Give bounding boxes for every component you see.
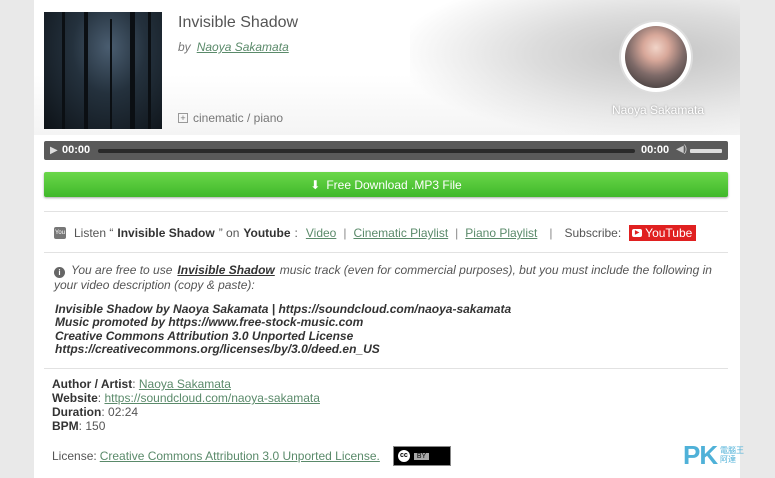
website-row: Website: https://soundcloud.com/naoya-sa…	[52, 391, 320, 405]
track-tags: + cinematic / piano	[178, 111, 283, 125]
divider	[44, 211, 728, 212]
play-icon[interactable]: ▶	[50, 145, 58, 156]
bpm-label: BPM	[52, 419, 79, 433]
credit-line: Music promoted by https://www.free-stock…	[55, 315, 364, 330]
youtube-subscribe-button[interactable]: ▶ YouTube	[629, 225, 697, 241]
listen-mid: ” on	[218, 226, 240, 240]
volume-icon[interactable]: ◀)	[676, 144, 687, 155]
artist-photo	[625, 26, 687, 88]
download-icon: ⬇	[310, 177, 321, 192]
youtube-listen-line: You Listen “Invisible Shadow” on Youtube…	[54, 225, 697, 241]
watermark-subtext: 電腦王 阿達	[720, 446, 744, 464]
separator: |	[455, 226, 459, 240]
youtube-small-icon: You	[54, 227, 66, 239]
cinematic-playlist-link[interactable]: Cinematic Playlist	[353, 226, 448, 240]
author-link[interactable]: Naoya Sakamata	[139, 377, 231, 391]
website-link[interactable]: https://soundcloud.com/naoya-sakamata	[104, 391, 319, 405]
duration-time: 00:00	[641, 144, 670, 156]
track-header: Invisible Shadow by Naoya Sakamata + cine…	[34, 0, 740, 135]
track-card: Invisible Shadow by Naoya Sakamata + cine…	[34, 0, 740, 478]
notice-pre: You are free to use	[71, 263, 173, 277]
watermark-sub1: 電腦王	[720, 446, 744, 455]
pk-watermark-logo: PK	[683, 440, 718, 470]
author-row: Author / Artist: Naoya Sakamata	[52, 377, 231, 391]
separator: |	[549, 226, 553, 240]
website-label: Website	[52, 391, 98, 405]
license-row: License: Creative Commons Attribution 3.…	[52, 446, 451, 466]
license-label: License:	[52, 449, 97, 463]
credit-line: Invisible Shadow by Naoya Sakamata | htt…	[55, 302, 512, 316]
download-mp3-button[interactable]: ⬇ Free Download .MP3 File	[44, 172, 728, 197]
license-link[interactable]: Creative Commons Attribution 3.0 Unporte…	[100, 449, 380, 463]
listen-prefix: Listen “	[74, 226, 114, 240]
listen-title: Invisible Shadow	[117, 226, 215, 240]
cc-icon: cc	[397, 450, 410, 462]
credit-line: Creative Commons Attribution 3.0 Unporte…	[55, 328, 354, 343]
notice-track-link[interactable]: Invisible Shadow	[177, 263, 274, 277]
audio-player[interactable]: ▶ 00:00 00:00 ◀)	[44, 141, 728, 160]
album-cover	[44, 12, 162, 129]
youtube-badge-label: YouTube	[645, 226, 693, 240]
separator: |	[343, 226, 347, 240]
divider	[44, 252, 728, 253]
track-title: Invisible Shadow	[178, 14, 299, 31]
author-label: Author / Artist	[52, 377, 133, 391]
credit-line: https://creativecommons.org/licenses/by/…	[55, 341, 380, 356]
bpm-value: 150	[85, 419, 106, 433]
download-label: Free Download .MP3 File	[326, 177, 462, 192]
by-prefix: by	[178, 40, 191, 54]
watermark-sub2: 阿達	[720, 455, 736, 464]
usage-notice: i You are free to use Invisible Shadow musi…	[54, 263, 724, 292]
track-meta: Author / Artist: Naoya Sakamata Website:…	[52, 377, 320, 433]
artist-avatar[interactable]	[621, 22, 691, 92]
artist-avatar-name[interactable]: Naoya Sakamata	[594, 103, 722, 117]
listen-platform: Youtube	[243, 226, 291, 240]
subscribe-label: Subscribe:	[564, 226, 622, 240]
artist-link[interactable]: Naoya Sakamata	[197, 40, 289, 54]
cc-by-badge[interactable]: cc BY	[392, 446, 451, 466]
duration-label: Duration	[52, 405, 102, 419]
by-icon: BY	[413, 452, 430, 460]
youtube-video-link[interactable]: Video	[306, 226, 336, 240]
current-time: 00:00	[62, 144, 91, 156]
duration-row: Duration: 02:24	[52, 405, 139, 419]
youtube-play-icon: ▶	[632, 229, 643, 237]
seek-bar[interactable]	[98, 149, 635, 153]
piano-playlist-link[interactable]: Piano Playlist	[465, 226, 537, 240]
divider	[44, 368, 728, 369]
volume-slider[interactable]	[690, 149, 722, 153]
tags-label[interactable]: cinematic / piano	[193, 111, 283, 125]
bpm-row: BPM: 150	[52, 419, 106, 433]
attribution-text: Invisible Shadow by Naoya Sakamata | htt…	[55, 302, 512, 356]
plus-box-icon: +	[178, 113, 188, 123]
track-byline: by Naoya Sakamata	[178, 40, 289, 54]
listen-colon: :	[294, 226, 298, 240]
duration-value: 02:24	[108, 405, 139, 419]
info-icon: i	[54, 267, 65, 278]
